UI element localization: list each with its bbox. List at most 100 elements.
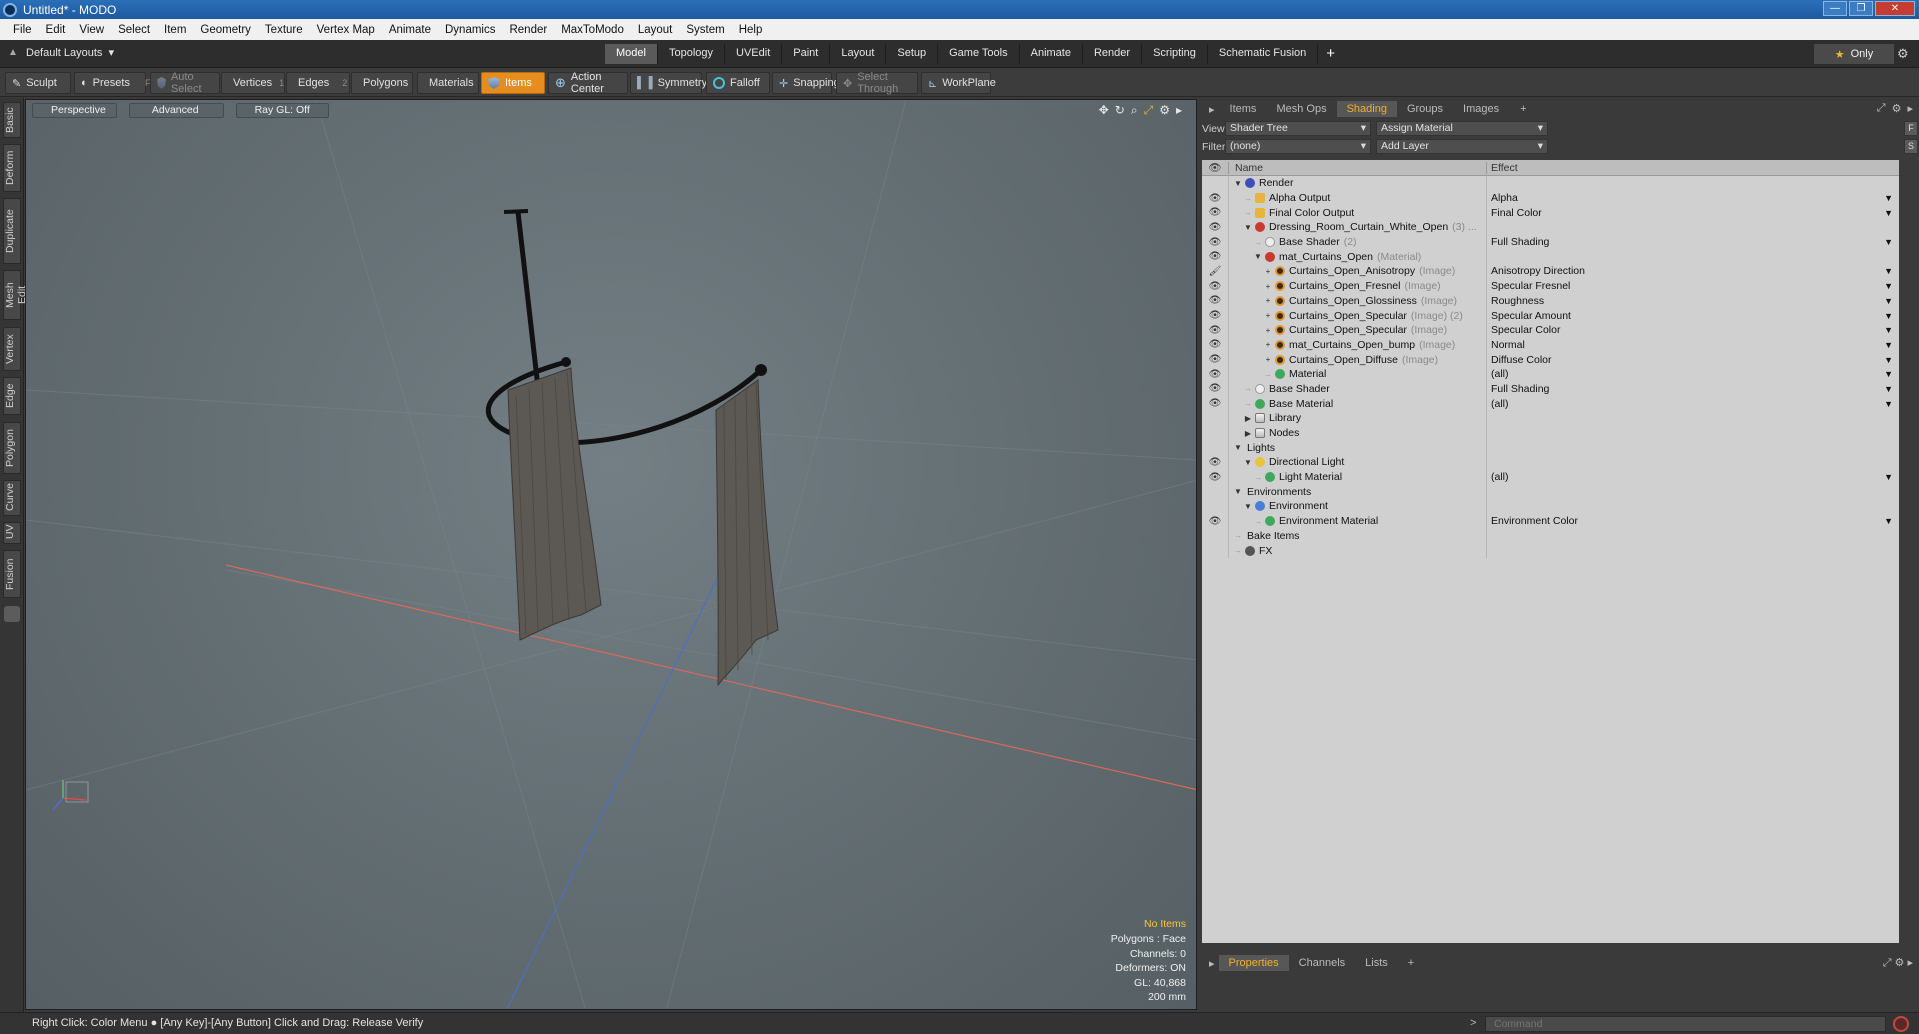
visibility-eye-icon[interactable]: 👁 [1202,310,1228,321]
side-tab-polygon[interactable]: Polygon [3,422,21,474]
menu-item-dynamics[interactable]: Dynamics [438,24,502,36]
add-layout-tab-button[interactable]: + [1318,44,1343,64]
visibility-eye-icon[interactable]: 👁 [1202,369,1228,380]
expand-plus-icon[interactable]: + [1263,267,1273,276]
command-input[interactable] [1485,1016,1886,1032]
effect-dropdown-icon[interactable]: ▼ [1884,384,1893,394]
layout-tab-layout[interactable]: Layout [830,44,887,64]
visibility-eye-icon[interactable]: 👁 [1202,193,1228,204]
side-tab-mesh-edit[interactable]: Mesh Edit [3,270,28,320]
fit-icon[interactable]: ⤢ [1144,103,1154,118]
effect-column-header[interactable]: Effect [1486,161,1899,174]
gear-icon[interactable]: ⚙ [1897,46,1909,62]
shader-tree-row[interactable]: 👁 + Curtains_Open_Glossiness (Image) Roughne… [1202,293,1899,309]
effect-dropdown-icon[interactable]: ▼ [1884,311,1893,321]
menu-item-help[interactable]: Help [732,24,770,36]
sculpt-button[interactable]: ✎ Sculpt [5,72,71,94]
shader-tree-row[interactable]: 👁 → Light Material (all) ▼ [1202,469,1899,485]
visibility-eye-icon[interactable]: 👁 [1202,354,1228,365]
props-expand-icon[interactable]: ⤢ ⚙ ▸ [1883,957,1913,969]
props-tab-channels[interactable]: Channels [1289,955,1355,971]
visibility-eye-icon[interactable]: 👁 [1202,383,1228,394]
shader-tree-row[interactable]: ▼ Environments [1202,484,1899,500]
layout-tab-model[interactable]: Model [605,44,658,64]
shader-tree-row[interactable]: 👁 + mat_Curtains_Open_bump (Image) Normal ▼ [1202,337,1899,353]
minimize-icon[interactable]: — [1823,1,1847,16]
menu-item-render[interactable]: Render [502,24,554,36]
effect-value[interactable]: Full Shading [1491,383,1549,395]
items-button[interactable]: Items [481,72,545,94]
add-props-tab-button[interactable]: + [1398,955,1424,971]
expand-plus-icon[interactable]: + [1263,340,1273,349]
collapse-up-icon[interactable]: ▲ [8,47,20,59]
effect-value[interactable]: Alpha [1491,192,1518,204]
layout-tab-render[interactable]: Render [1082,44,1143,64]
shader-tree-row[interactable]: 👁 → Alpha Output Alpha ▼ [1202,190,1899,206]
shader-tree-row[interactable]: 👁 + Curtains_Open_Specular (Image) (2) Specu… [1202,308,1899,323]
menu-item-select[interactable]: Select [111,24,157,36]
s-button[interactable]: S [1904,139,1918,154]
panel-tab-images[interactable]: Images [1453,101,1509,117]
effect-dropdown-icon[interactable]: ▼ [1884,472,1893,482]
tree-toggle-icon[interactable]: ▼ [1253,252,1263,261]
shader-tree-row[interactable]: 👁 + Curtains_Open_Diffuse (Image) Diffuse Co… [1202,352,1899,367]
visibility-eye-icon[interactable]: 👁 [1202,457,1228,468]
layout-tab-schematic-fusion[interactable]: Schematic Fusion [1207,44,1319,64]
side-tab-duplicate[interactable]: Duplicate [3,198,21,264]
maximize-icon[interactable]: ❐ [1849,1,1873,16]
expand-plus-icon[interactable]: + [1263,311,1273,320]
panel-menu-icon[interactable]: ▸ [1907,102,1913,115]
effect-dropdown-icon[interactable]: ▼ [1884,296,1893,306]
vertices-button[interactable]: Vertices 1 [221,72,285,94]
effect-value[interactable]: (all) [1491,398,1509,410]
view-mode-button[interactable]: Perspective [32,103,117,118]
visibility-eye-icon[interactable]: 👁 [1202,398,1228,409]
shader-tree-row[interactable]: ▼ Lights [1202,440,1899,456]
paint-brush-icon[interactable]: 🖌 [1202,266,1228,277]
visibility-eye-icon[interactable]: 👁 [1202,295,1228,306]
menu-item-item[interactable]: Item [157,24,193,36]
props-tab-lists[interactable]: Lists [1355,955,1398,971]
shader-tree-row[interactable]: 👁 ▼ Dressing_Room_Curtain_White_Open (3) ..… [1202,220,1899,235]
shader-tree-row[interactable]: 🖌 + Curtains_Open_Anisotropy (Image) Anisotr… [1202,264,1899,279]
shader-tree-row[interactable]: 👁 → Material (all) ▼ [1202,366,1899,382]
expand-icon[interactable]: ⤢ [1877,102,1886,115]
effect-dropdown-icon[interactable]: ▼ [1884,516,1893,526]
effect-dropdown-icon[interactable]: ▼ [1884,208,1893,218]
materials-button[interactable]: Materials [417,72,479,94]
shader-tree-row[interactable]: 👁 → Base Shader Full Shading ▼ [1202,381,1899,397]
layout-tab-paint[interactable]: Paint [782,44,831,64]
effect-dropdown-icon[interactable]: ▼ [1884,237,1893,247]
layout-tab-scripting[interactable]: Scripting [1142,44,1208,64]
menu-item-view[interactable]: View [72,24,111,36]
shader-tree-row[interactable]: 👁 → Final Color Output Final Color ▼ [1202,205,1899,221]
expand-plus-icon[interactable]: + [1263,355,1273,364]
edges-button[interactable]: Edges 2 [286,72,350,94]
panel-gear-icon[interactable]: ⚙ [1892,102,1902,115]
tree-toggle-icon[interactable]: ▶ [1243,429,1253,438]
side-tab-deform[interactable]: Deform [3,144,21,192]
layout-dropdown[interactable]: ▲ Default Layouts ▾ [8,46,114,60]
presets-button[interactable]: ◐ Presets F6 [74,72,155,94]
menu-item-system[interactable]: System [679,24,731,36]
shader-tree-row[interactable]: 👁 + Curtains_Open_Specular (Image) Specular … [1202,322,1899,338]
side-tab-fusion[interactable]: Fusion [3,550,21,598]
panel-tab-groups[interactable]: Groups [1397,101,1453,117]
effect-dropdown-icon[interactable]: ▼ [1884,369,1893,379]
menu-item-texture[interactable]: Texture [258,24,310,36]
effect-value[interactable]: Specular Amount [1491,310,1571,322]
tree-toggle-icon[interactable]: ▼ [1243,458,1253,467]
effect-dropdown-icon[interactable]: ▼ [1884,399,1893,409]
visibility-eye-icon[interactable]: 👁 [1202,251,1228,262]
viewport-gear-icon[interactable]: ⚙ [1159,103,1170,118]
effect-dropdown-icon[interactable]: ▼ [1884,355,1893,365]
stop-icon[interactable] [1893,1016,1909,1032]
visibility-eye-icon[interactable]: 👁 [1202,237,1228,248]
visibility-eye-icon[interactable]: 👁 [1202,207,1228,218]
layout-tab-game-tools[interactable]: Game Tools [938,44,1020,64]
side-tab-basic[interactable]: Basic [3,102,21,138]
menu-item-maxtomodo[interactable]: MaxToModo [554,24,631,36]
menu-item-file[interactable]: File [6,24,39,36]
shading-mode-button[interactable]: Advanced [128,103,224,118]
menu-item-vertex-map[interactable]: Vertex Map [310,24,382,36]
